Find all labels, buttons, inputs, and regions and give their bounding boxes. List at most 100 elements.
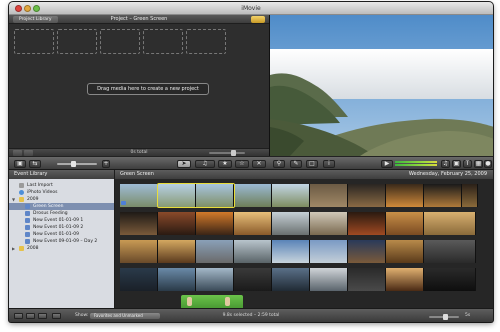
clip-thumbnail[interactable] (196, 240, 234, 263)
event-library-item-new-event-1[interactable]: New Event 01-01-09 1 (9, 217, 114, 224)
clip-thumbnail[interactable] (234, 212, 272, 235)
clip-thumbnail[interactable] (158, 212, 196, 235)
event-icon (25, 239, 30, 244)
event-library-item-drosus-feeding[interactable]: Drosus Feeding (9, 210, 114, 217)
clip-thumbnail[interactable] (424, 212, 476, 235)
green-screen-clip[interactable] (181, 295, 243, 308)
empty-clip-slot (143, 29, 183, 54)
photo-browser-icon[interactable]: ▣ (452, 160, 461, 168)
clip-thumbnail[interactable] (310, 240, 348, 263)
clip-thumbnail[interactable] (424, 240, 476, 263)
transition-browser-icon[interactable]: ▦ (474, 160, 483, 168)
audio-level-meter (395, 161, 437, 167)
clip-thumbnail[interactable] (234, 240, 272, 263)
event-library-item-new-event-2[interactable]: New Event 01-01-09 2 (9, 224, 114, 231)
project-options-button[interactable] (251, 16, 265, 23)
event-library-item-2009[interactable]: ▼ 2009 (9, 196, 114, 203)
clip-thumbnail[interactable] (120, 212, 158, 235)
arrow-tool-icon[interactable]: ➤ (177, 160, 191, 168)
unmark-star-icon[interactable]: ☆ (235, 160, 249, 168)
disclosure-open-icon[interactable]: ▼ (12, 196, 15, 203)
music-browser-icon[interactable]: ♫ (441, 160, 450, 168)
empty-clip-slot (57, 29, 97, 54)
clip-thumbnail[interactable] (158, 268, 196, 291)
drop-media-target[interactable]: Drag media here to create a new project (87, 83, 209, 95)
thumbnail-duration-slider[interactable] (429, 314, 459, 320)
event-library-item-iphoto-videos[interactable]: iPhoto Videos (9, 189, 114, 196)
main-toolbar: ▣ ⇆ + ➤ ♫ ★ ☆ ✕ ⚲ ✎ □ i ▶ ♫ ▣ T ▦ ● (9, 156, 493, 170)
event-library-item-new-event-day2[interactable]: New Event 09-01-09 – Day 2 (9, 238, 114, 245)
event-library-item-new-event-3[interactable]: New Event 01-01-09 (9, 231, 114, 238)
clip-selection-range[interactable] (157, 183, 235, 208)
clip-thumbnail[interactable] (120, 268, 158, 291)
title-bar: iMovie (9, 2, 493, 15)
person-figure-icon (187, 297, 192, 306)
empty-clip-slot (14, 29, 54, 54)
clip-thumbnail[interactable] (272, 184, 310, 207)
import-icon (19, 183, 24, 188)
crop-icon[interactable]: □ (306, 160, 318, 168)
clip-thumbnail[interactable] (310, 268, 348, 291)
clip-thumbnail[interactable] (272, 240, 310, 263)
project-header: Project Library Project – Green Screen (9, 15, 269, 24)
thumbnail-duration-knob[interactable] (443, 314, 448, 320)
project-zoom-slider[interactable] (209, 150, 245, 156)
clip-thumbnail[interactable] (424, 268, 476, 291)
favorite-star-icon[interactable]: ★ (218, 160, 232, 168)
clip-thumbnail[interactable] (234, 268, 272, 291)
voiceover-level-icon[interactable]: ▶ (381, 160, 393, 168)
clip-thumbnail[interactable] (348, 268, 386, 291)
clip-marker-icon (121, 201, 126, 205)
title-browser-icon[interactable]: T (463, 160, 472, 168)
inspector-icon[interactable]: i (323, 160, 335, 168)
event-browser-header: Green Screen Wednesday, February 25, 200… (115, 170, 493, 179)
project-footer: 0s total (9, 148, 269, 156)
toolbar-zoom-slider[interactable] (57, 161, 97, 167)
event-library-header: Event Library (9, 170, 114, 179)
event-library-item-2008[interactable]: ▶ 2008 (9, 245, 114, 252)
swap-panels-icon[interactable]: ⇆ (29, 160, 41, 168)
clip-thumbnail[interactable] (196, 212, 234, 235)
clip-thumbnail[interactable] (234, 184, 272, 207)
event-icon (25, 232, 30, 237)
event-library-item-last-import[interactable]: Last Import (9, 182, 114, 189)
clip-thumbnail[interactable] (196, 268, 234, 291)
event-library-item-green-screen[interactable]: Green Screen (9, 203, 114, 210)
audio-adjust-icon[interactable]: ♫ (195, 160, 215, 168)
zoom-in-icon[interactable]: + (102, 160, 110, 168)
person-figure-icon (225, 297, 230, 306)
clip-thumbnail[interactable] (310, 184, 348, 207)
disclosure-closed-icon[interactable]: ▶ (12, 245, 15, 252)
clip-thumbnail[interactable] (386, 268, 424, 291)
preview-viewer[interactable] (269, 15, 493, 156)
clip-thumbnail[interactable] (348, 212, 386, 235)
filmstrip-row[interactable] (120, 268, 476, 291)
clip-thumbnail[interactable] (348, 184, 386, 207)
empty-clip-slot (100, 29, 140, 54)
camera-import-icon[interactable]: ▣ (14, 160, 26, 168)
filmstrip-row[interactable] (120, 212, 476, 235)
clip-thumbnail[interactable] (272, 268, 310, 291)
event-icon (25, 204, 30, 209)
event-browser[interactable]: Green Screen Wednesday, February 25, 200… (115, 170, 493, 308)
map-browser-icon[interactable]: ● (484, 160, 492, 168)
clip-thumbnail[interactable] (348, 240, 386, 263)
year-folder-icon (19, 197, 24, 202)
clip-thumbnail[interactable] (158, 240, 196, 263)
clip-thumbnail[interactable] (386, 184, 424, 207)
filmstrip-row[interactable] (120, 183, 478, 208)
toolbar-zoom-knob[interactable] (71, 161, 76, 167)
clip-thumbnail[interactable] (386, 212, 424, 235)
reject-icon[interactable]: ✕ (252, 160, 266, 168)
voiceover-icon[interactable]: ✎ (290, 160, 302, 168)
coastline-preview-image (270, 15, 493, 156)
clip-thumbnail[interactable] (120, 240, 158, 263)
clip-thumbnail[interactable] (310, 212, 348, 235)
filmstrip-row[interactable] (120, 240, 476, 263)
keyword-tool-icon[interactable]: ⚲ (273, 160, 285, 168)
clip-thumbnail[interactable] (272, 212, 310, 235)
clip-thumbnail[interactable] (424, 184, 462, 207)
clip-thumbnail[interactable] (386, 240, 424, 263)
clip-thumbnail[interactable] (462, 184, 478, 207)
window-title: iMovie (241, 5, 261, 12)
